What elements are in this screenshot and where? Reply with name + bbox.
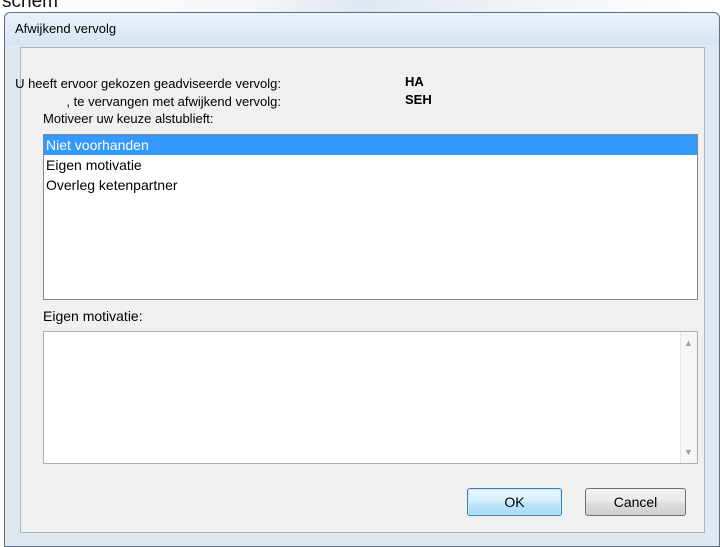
list-item-eigen-motivatie[interactable]: Eigen motivatie xyxy=(44,155,697,175)
ok-button[interactable]: OK xyxy=(467,488,562,516)
own-motivation-textarea[interactable]: ▲ ▼ xyxy=(43,331,698,464)
own-motivation-label: Eigen motivatie: xyxy=(43,308,143,324)
afwijkend-vervolg-dialog: Afwijkend vervolg U heeft ervoor gekozen… xyxy=(4,12,720,547)
motivate-choice-label: Motiveer uw keuze alstublieft: xyxy=(43,111,214,126)
replacement-followup-value: SEH xyxy=(405,92,432,107)
title-bar[interactable]: Afwijkend vervolg xyxy=(5,13,719,45)
replacement-followup-label: , te vervangen met afwijkend vervolg: xyxy=(66,94,281,109)
textarea-scrollbar[interactable]: ▲ ▼ xyxy=(680,332,697,463)
background-window-text: schem xyxy=(2,0,58,12)
dialog-client-area: U heeft ervoor gekozen geadviseerde verv… xyxy=(15,47,705,533)
advised-followup-value: HA xyxy=(405,74,424,89)
scroll-down-arrow-icon[interactable]: ▼ xyxy=(684,447,693,457)
advised-followup-label: U heeft ervoor gekozen geadviseerde verv… xyxy=(15,76,281,91)
list-item-overleg-ketenpartner[interactable]: Overleg ketenpartner xyxy=(44,175,697,195)
list-item-niet-voorhanden[interactable]: Niet voorhanden xyxy=(44,135,697,155)
cancel-button[interactable]: Cancel xyxy=(585,488,686,516)
reason-listbox[interactable]: Niet voorhanden Eigen motivatie Overleg … xyxy=(43,134,698,300)
window-title: Afwijkend vervolg xyxy=(15,21,117,36)
scroll-up-arrow-icon[interactable]: ▲ xyxy=(684,338,693,348)
